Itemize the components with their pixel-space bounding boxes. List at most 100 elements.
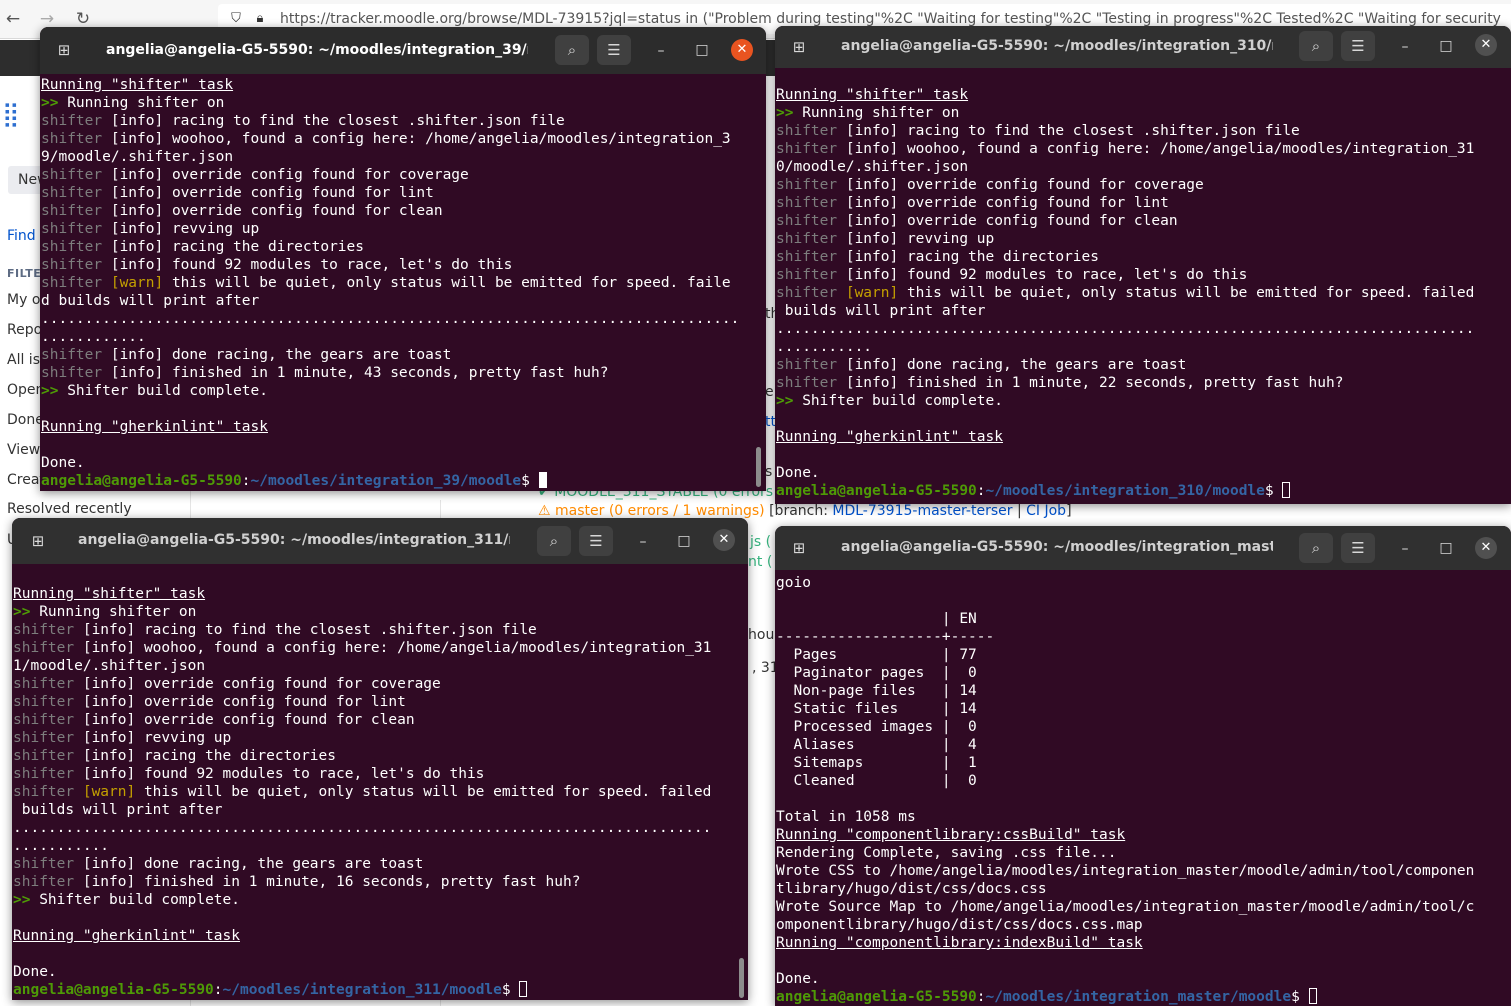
hamburger-menu-icon[interactable]: ☰: [1341, 31, 1375, 61]
minimize-icon[interactable]: –: [651, 41, 671, 61]
line-text: Running shifter on: [58, 95, 225, 111]
sidebar-filter-item[interactable]: Open: [7, 382, 44, 398]
terminal-line: >> Running shifter on: [13, 603, 748, 621]
sidebar-filter-item[interactable]: Repo: [7, 322, 42, 338]
close-icon[interactable]: ✕: [713, 529, 735, 551]
terminal-titlebar[interactable]: ⊞ angelia@angelia-G5-5590: ~/moodles/int…: [40, 27, 766, 74]
page-text-fragment: nt (: [748, 554, 773, 570]
search-icon[interactable]: ⌕: [1299, 31, 1333, 61]
terminal-output[interactable]: Running "shifter" task >> Running shifter…: [12, 585, 748, 1000]
line-text: Done.: [776, 971, 820, 987]
shifter-label: shifter: [13, 766, 75, 782]
minimize-icon[interactable]: –: [633, 532, 653, 552]
line-text: d builds will print after: [41, 293, 260, 309]
terminal-titlebar[interactable]: ⊞ angelia@angelia-G5-5590: ~/moodles/int…: [12, 518, 748, 564]
terminal-window-master[interactable]: ⊞ angelia@angelia-G5-5590: ~/moodles/int…: [775, 526, 1511, 1006]
terminal-line: omponentlibrary/hugo/dist/css/docs.css.m…: [776, 916, 1511, 934]
ci-job-link[interactable]: CI Job: [1026, 503, 1066, 519]
line-text: 1/moodle/.shifter.json: [13, 658, 206, 674]
line-text: Wrote Source Map to /home/angelia/moodle…: [776, 899, 1475, 915]
shifter-label: shifter: [776, 375, 838, 391]
search-icon[interactable]: ⌕: [537, 526, 571, 556]
terminal-output[interactable]: goio | EN -------------------+----- Pages…: [775, 574, 1511, 1006]
back-arrow-icon[interactable]: ←: [2, 8, 24, 30]
minimize-icon[interactable]: –: [1395, 37, 1415, 57]
app-switcher-icon[interactable]: ⣿: [2, 102, 26, 126]
scrollbar-thumb[interactable]: [756, 447, 761, 487]
lock-icon[interactable]: 🔒︎: [252, 11, 268, 27]
line-text: Paginator pages | 0: [776, 665, 977, 681]
search-icon[interactable]: ⌕: [555, 35, 589, 65]
line-text: [info] done racing, the gears are toast: [102, 347, 452, 363]
terminal-output[interactable]: Running "shifter" task >> Running shifter…: [775, 86, 1511, 504]
terminal-window-311[interactable]: ⊞ angelia@angelia-G5-5590: ~/moodles/int…: [12, 518, 748, 1000]
terminal-line: 0/moodle/.shifter.json: [776, 158, 1511, 176]
hamburger-menu-icon[interactable]: ☰: [1341, 533, 1375, 563]
terminal-title: angelia@angelia-G5-5590: ~/moodles/integ…: [841, 38, 1273, 54]
shield-icon[interactable]: ⛉: [228, 11, 244, 27]
shell-prompt[interactable]: angelia@angelia-G5-5590:~/moodles/integr…: [776, 482, 1511, 500]
new-tab-icon[interactable]: ⊞: [783, 534, 815, 562]
shifter-label: shifter: [13, 622, 75, 638]
maximize-icon[interactable]: □: [1436, 538, 1456, 558]
maximize-icon[interactable]: □: [1436, 36, 1456, 56]
terminal-line: shifter [info] finished in 1 minute, 43 …: [41, 364, 766, 382]
line-text: [info] racing the directories: [102, 239, 365, 255]
hamburger-menu-icon[interactable]: ☰: [597, 35, 631, 65]
maximize-icon[interactable]: □: [692, 40, 712, 60]
shell-prompt[interactable]: angelia@angelia-G5-5590:~/moodles/integr…: [41, 472, 766, 490]
terminal-line: Processed images | 0: [776, 718, 1511, 736]
sidebar-filter-item[interactable]: View: [7, 442, 40, 458]
master-result-text[interactable]: master (0 errors / 1 warnings): [555, 503, 765, 519]
maximize-icon[interactable]: □: [674, 531, 694, 551]
hamburger-menu-icon[interactable]: ☰: [579, 526, 613, 556]
terminal-line: Sitemaps | 1: [776, 754, 1511, 772]
sidebar-filter-item[interactable]: Resolved recently: [7, 501, 132, 517]
terminal-output[interactable]: Running "shifter" task >> Running shifter…: [40, 76, 766, 491]
shell-prompt[interactable]: angelia@angelia-G5-5590:~/moodles/integr…: [13, 981, 748, 999]
shifter-label: shifter: [41, 185, 103, 201]
line-text: Pages | 77: [776, 647, 977, 663]
minimize-icon[interactable]: –: [1395, 539, 1415, 559]
find-filters-link[interactable]: Find: [7, 228, 36, 244]
shifter-label: shifter: [13, 676, 75, 692]
shifter-label: shifter: [13, 874, 75, 890]
new-tab-icon[interactable]: ⊞: [783, 33, 815, 61]
prompt-user: angelia@angelia-G5-5590: [776, 483, 977, 499]
sidebar-filter-item[interactable]: Done: [7, 412, 44, 428]
shifter-label: shifter: [13, 730, 75, 746]
sidebar-filter-item[interactable]: My o: [7, 292, 40, 308]
terminal-line: >> Shifter build complete.: [776, 392, 1511, 410]
shifter-label: shifter: [776, 195, 838, 211]
shifter-label: shifter: [41, 365, 103, 381]
terminal-titlebar[interactable]: ⊞ angelia@angelia-G5-5590: ~/moodles/int…: [775, 526, 1511, 570]
close-icon[interactable]: ✕: [1475, 34, 1497, 56]
new-tab-icon[interactable]: ⊞: [48, 36, 80, 64]
terminal-line: shifter [info] woohoo, found a config he…: [41, 130, 766, 148]
line-text: [info] woohoo, found a config here: /hom…: [837, 141, 1475, 157]
prompt-path: ~/moodles/integration_39/moodle: [250, 473, 522, 489]
terminal-window-310[interactable]: ⊞ angelia@angelia-G5-5590: ~/moodles/int…: [775, 26, 1511, 504]
shifter-label: shifter: [41, 257, 103, 273]
close-icon[interactable]: ✕: [1475, 537, 1497, 559]
line-text: Shifter build complete.: [793, 393, 1003, 409]
terminal-line: Running "shifter" task: [13, 585, 748, 603]
branch-link[interactable]: MDL-73915-master-terser: [832, 503, 1012, 519]
terminal-titlebar[interactable]: ⊞ angelia@angelia-G5-5590: ~/moodles/int…: [775, 26, 1511, 68]
terminal-line: Done.: [776, 970, 1511, 988]
terminal-line: Rendering Complete, saving .css file...: [776, 844, 1511, 862]
terminal-window-39[interactable]: ⊞ angelia@angelia-G5-5590: ~/moodles/int…: [40, 27, 766, 491]
line-text: ...........: [13, 838, 110, 854]
scrollbar-thumb[interactable]: [739, 958, 744, 998]
terminal-line: Running "gherkinlint" task: [13, 927, 748, 945]
close-icon[interactable]: ✕: [731, 39, 753, 61]
line-text: 0/moodle/.shifter.json: [776, 159, 969, 175]
search-icon[interactable]: ⌕: [1299, 533, 1333, 563]
terminal-line: >> Shifter build complete.: [41, 382, 766, 400]
line-text: Aliases | 4: [776, 737, 977, 753]
shifter-label: shifter: [776, 249, 838, 265]
shell-prompt[interactable]: angelia@angelia-G5-5590:~/moodles/integr…: [776, 988, 1511, 1006]
text-cursor: [1308, 988, 1317, 1004]
new-tab-icon[interactable]: ⊞: [22, 527, 54, 555]
